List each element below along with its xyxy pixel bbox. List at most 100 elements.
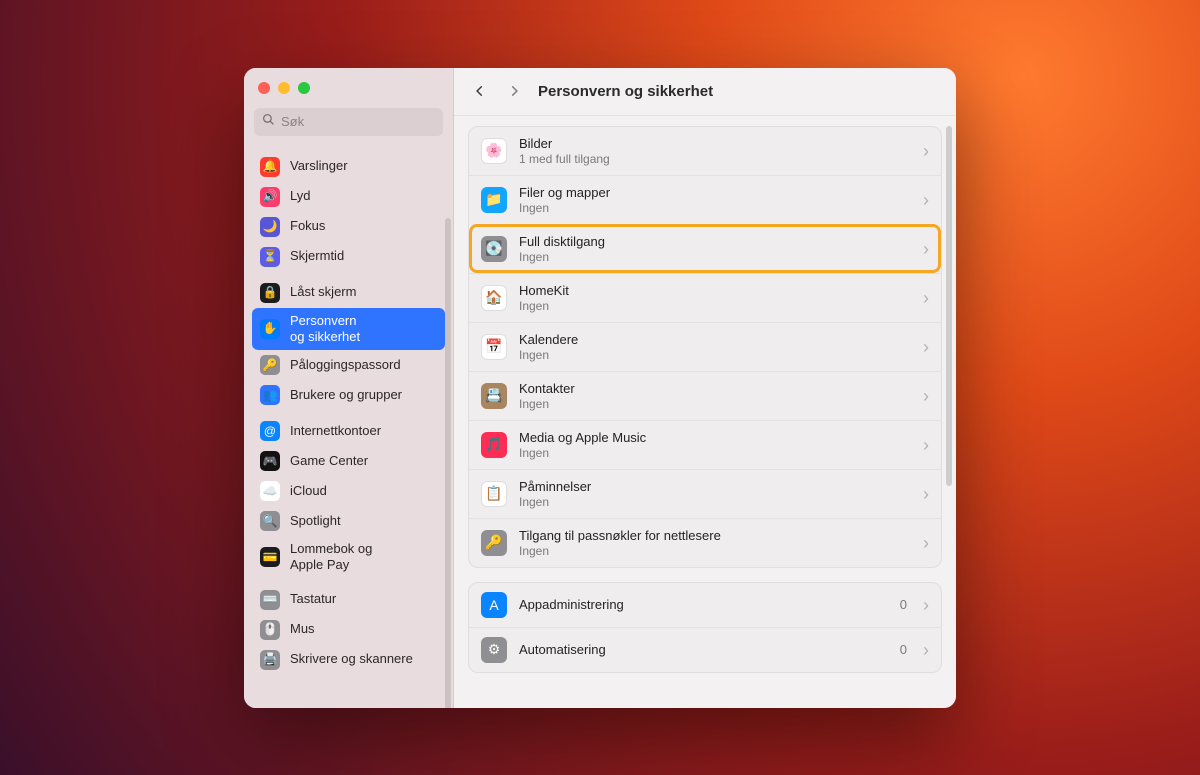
row-title: HomeKit [519, 283, 911, 298]
sidebar-item-personvern-og-sikkerhet[interactable]: ✋Personvern og sikkerhet [252, 308, 445, 351]
sidebar-item-icon: 🔒 [260, 283, 280, 303]
sidebar-item-label: Brukere og grupper [290, 387, 437, 403]
settings-row-media-og-apple-music[interactable]: 🎵Media og Apple MusicIngen› [469, 420, 941, 469]
settings-row-kalendere[interactable]: 📅KalendereIngen› [469, 322, 941, 371]
chevron-right-icon: › [923, 191, 929, 209]
search-icon [262, 113, 275, 131]
sidebar-item-mus[interactable]: 🖱️ Mus [252, 615, 445, 645]
sidebar-item-icloud[interactable]: ☁️iCloud [252, 476, 445, 506]
sidebar-item-fokus[interactable]: 🌙 Fokus [252, 212, 445, 242]
sidebar-item-icon: 🌙 [260, 217, 280, 237]
row-title: Bilder [519, 136, 911, 151]
sidebar-item-icon: ⏳ [260, 247, 280, 267]
sidebar-item-lyd[interactable]: 🔊 Lyd [252, 182, 445, 212]
chevron-right-icon: › [923, 338, 929, 356]
row-icon: 📋 [481, 481, 507, 507]
chevron-right-icon: › [923, 240, 929, 258]
row-subtitle: Ingen [519, 397, 911, 411]
minimize-window-button[interactable] [278, 82, 290, 94]
settings-row-tilgang-til-passnøkler-for-nettlesere[interactable]: 🔑Tilgang til passnøkler for nettlesereIn… [469, 518, 941, 567]
sidebar-item-icon: ⌨️ [260, 590, 280, 610]
sidebar-item-låst-skjerm[interactable]: 🔒 Låst skjerm [252, 278, 445, 308]
zoom-window-button[interactable] [298, 82, 310, 94]
row-title: Påminnelser [519, 479, 911, 494]
row-icon: 🌸 [481, 138, 507, 164]
row-title: Full disktilgang [519, 234, 911, 249]
sidebar-item-label: Fokus [290, 218, 437, 234]
row-icon: 📅 [481, 334, 507, 360]
chevron-right-icon: › [923, 485, 929, 503]
settings-row-filer-og-mapper[interactable]: 📁Filer og mapperIngen› [469, 175, 941, 224]
row-icon: ⚙︎ [481, 637, 507, 663]
settings-row-kontakter[interactable]: 📇KontakterIngen› [469, 371, 941, 420]
row-subtitle: Ingen [519, 299, 911, 313]
sidebar-item-spotlight[interactable]: 🔍Spotlight [252, 506, 445, 536]
sidebar-item-label: Mus [290, 621, 437, 637]
page-title: Personvern og sikkerhet [538, 83, 713, 100]
sidebar-item-label: Tastatur [290, 591, 437, 607]
sidebar-item-påloggingspassord[interactable]: 🔑 Påloggingspassord [252, 350, 445, 380]
row-title: Filer og mapper [519, 185, 911, 200]
sidebar-item-tastatur[interactable]: ⌨️ Tastatur [252, 585, 445, 615]
sidebar-item-internettkontoer[interactable]: @ Internettkontoer [252, 416, 445, 446]
main-pane: Personvern og sikkerhet 🌸 Bilder1 med ful… [454, 68, 956, 708]
settings-row-påminnelser[interactable]: 📋 PåminnelserIngen › [469, 469, 941, 518]
row-icon: 💽 [481, 236, 507, 262]
sidebar-item-label: iCloud [290, 483, 437, 499]
row-subtitle: Ingen [519, 544, 911, 558]
row-text: Appadministrering [519, 597, 888, 612]
sidebar-item-icon: @ [260, 421, 280, 441]
row-title: Automatisering [519, 642, 888, 657]
sidebar-item-icon: 🖱️ [260, 620, 280, 640]
sidebar-item-brukere-og-grupper[interactable]: 👥Brukere og grupper [252, 380, 445, 410]
row-title: Tilgang til passnøkler for nettlesere [519, 528, 911, 543]
sidebar-item-icon: 🔍 [260, 511, 280, 531]
row-text: PåminnelserIngen [519, 479, 911, 509]
sidebar-item-label: Game Center [290, 453, 437, 469]
sidebar-item-game-center[interactable]: 🎮Game Center [252, 446, 445, 476]
toolbar: Personvern og sikkerhet [454, 68, 956, 116]
sidebar-item-icon: 🔑 [260, 355, 280, 375]
search-input[interactable] [281, 114, 457, 129]
row-subtitle: Ingen [519, 348, 911, 362]
row-count: 0 [900, 597, 907, 612]
chevron-right-icon: › [923, 436, 929, 454]
settings-row-bilder[interactable]: 🌸Bilder1 med full tilgang› [469, 127, 941, 175]
sidebar-item-label: Internettkontoer [290, 423, 437, 439]
sidebar-item-label: Personvern og sikkerhet [290, 313, 437, 346]
row-icon: 🏠 [481, 285, 507, 311]
settings-window: 🔔Varslinger 🔊 Lyd 🌙 Fokus ⏳Skjermtid 🔒 Låst skj… [244, 68, 956, 708]
chevron-right-icon: › [923, 641, 929, 659]
sidebar-item-skjermtid[interactable]: ⏳Skjermtid [252, 242, 445, 272]
sidebar-item-skrivere-og-skannere[interactable]: 🖨️Skrivere og skannere [252, 645, 445, 675]
settings-section: 🌸Bilder1 med full tilgang›📁Filer og mapp… [468, 126, 942, 568]
row-subtitle: 1 med full tilgang [519, 152, 911, 166]
row-text: KontakterIngen [519, 381, 911, 411]
back-button[interactable] [470, 81, 490, 101]
row-subtitle: Ingen [519, 201, 911, 215]
sidebar-item-label: Påloggingspassord [290, 357, 437, 373]
sidebar-item-lommebok-og-apple-pay[interactable]: 💳 Lommebok og Apple Pay [252, 536, 445, 579]
sidebar-item-label: Lommebok og Apple Pay [290, 541, 437, 574]
forward-button[interactable] [504, 81, 524, 101]
chevron-right-icon: › [923, 289, 929, 307]
sidebar-item-icon: 💳 [260, 547, 280, 567]
sidebar-scrollbar[interactable] [445, 218, 451, 708]
row-text: Bilder1 med full tilgang [519, 136, 911, 166]
sidebar-list: 🔔Varslinger 🔊 Lyd 🌙 Fokus ⏳Skjermtid 🔒 Låst skj… [244, 146, 453, 708]
sidebar-item-label: Lyd [290, 188, 437, 204]
settings-row-full-disktilgang[interactable]: 💽Full disktilgangIngen› [469, 224, 941, 273]
sidebar-item-varslinger[interactable]: 🔔Varslinger [252, 152, 445, 182]
row-text: Media og Apple MusicIngen [519, 430, 911, 460]
settings-row-appadministrering[interactable]: AAppadministrering0› [469, 583, 941, 627]
search-field[interactable] [254, 108, 443, 136]
sidebar-item-icon: 🖨️ [260, 650, 280, 670]
close-window-button[interactable] [258, 82, 270, 94]
sidebar-item-label: Låst skjerm [290, 284, 437, 300]
sidebar-item-icon: 🔊 [260, 187, 280, 207]
sidebar: 🔔Varslinger 🔊 Lyd 🌙 Fokus ⏳Skjermtid 🔒 Låst skj… [244, 68, 454, 708]
content-area: 🌸Bilder1 med full tilgang›📁Filer og mapp… [454, 116, 956, 708]
settings-row-homekit[interactable]: 🏠 HomeKitIngen › [469, 273, 941, 322]
content-scrollbar[interactable] [946, 126, 952, 486]
settings-row-automatisering[interactable]: ⚙︎Automatisering0› [469, 627, 941, 672]
